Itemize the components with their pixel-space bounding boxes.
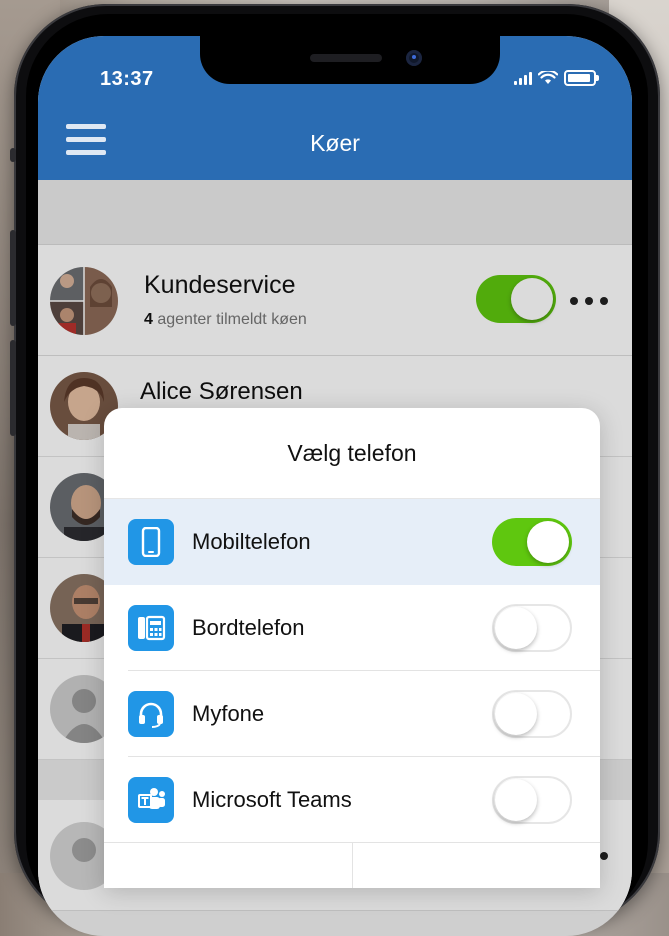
toggle-knob (495, 779, 537, 821)
dialog-footer-left-button[interactable] (104, 843, 353, 888)
phone-option-label: Microsoft Teams (192, 787, 352, 812)
status-time: 13:37 (100, 68, 154, 90)
front-camera (406, 50, 422, 66)
phone-option-microsoft-teams[interactable]: Microsoft Teams (104, 757, 600, 843)
phone-option-bordtelefon[interactable]: Bordtelefon (104, 585, 600, 671)
phone-option-label: Mobiltelefon (192, 529, 311, 554)
dialog-footer-right-button[interactable] (353, 843, 601, 888)
phone-side-button (10, 148, 16, 162)
select-phone-dialog: Vælg telefon Mobiltelefon Bordtelefon My… (104, 408, 600, 888)
phone-option-label: Myfone (192, 701, 265, 726)
headset-icon (128, 691, 174, 737)
toggle-knob (527, 521, 569, 563)
phone-volume-down-button (10, 340, 16, 436)
myfone-toggle[interactable] (492, 690, 572, 738)
status-icons (514, 70, 599, 86)
toggle-knob (495, 607, 537, 649)
dialog-title: Vælg telefon (104, 408, 600, 499)
toggle-knob (495, 693, 537, 735)
phone-option-mobiltelefon[interactable]: Mobiltelefon (104, 499, 600, 585)
phone-option-myfone[interactable]: Myfone (104, 671, 600, 757)
phone-volume-up-button (10, 230, 16, 326)
mobile-phone-icon (128, 519, 174, 565)
phone-notch (200, 36, 500, 84)
phone-option-label: Bordtelefon (192, 615, 305, 640)
page-title: Køer (310, 130, 360, 156)
signal-icon (514, 71, 532, 85)
speaker-grille (310, 54, 382, 62)
microsoft-teams-icon (128, 777, 174, 823)
dialog-footer (104, 842, 600, 888)
microsoft-teams-toggle[interactable] (492, 776, 572, 824)
battery-icon (564, 70, 599, 86)
mobiltelefon-toggle[interactable] (492, 518, 572, 566)
desk-phone-icon (128, 605, 174, 651)
bordtelefon-toggle[interactable] (492, 604, 572, 652)
wifi-icon (538, 71, 558, 84)
